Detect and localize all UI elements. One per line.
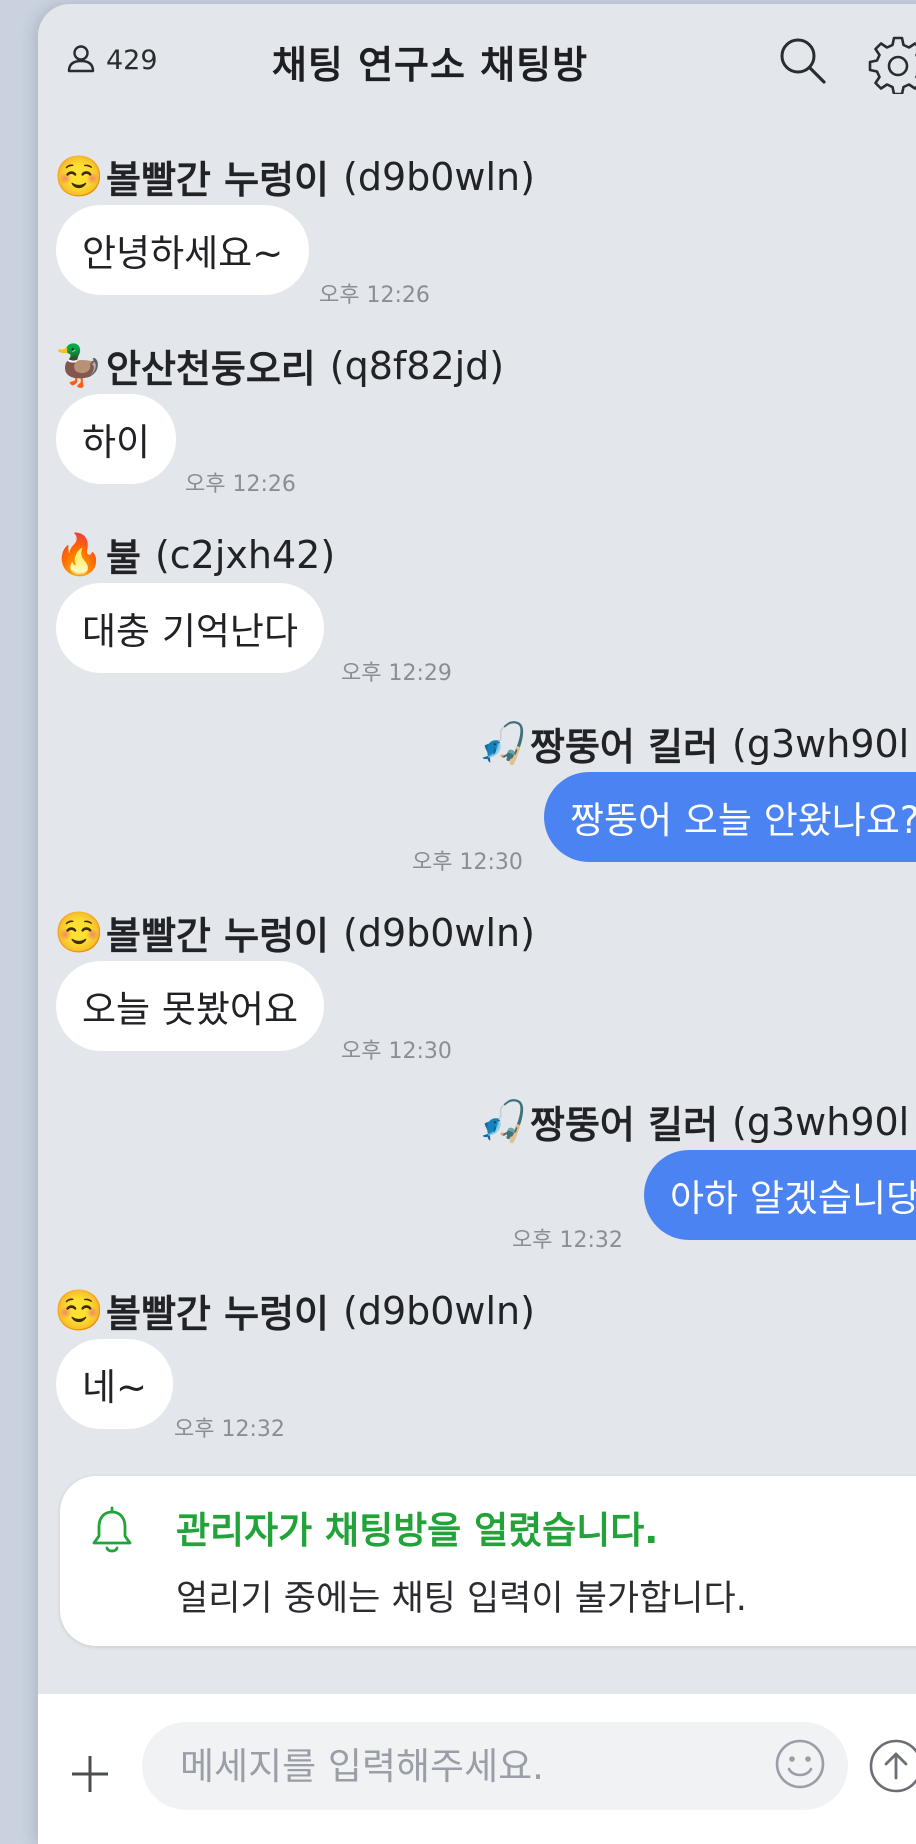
gear-icon[interactable] <box>868 34 916 98</box>
freeze-notice: 관리자가 채팅방을 얼렸습니다. 얼리기 중에는 채팅 입력이 불가합니다. <box>60 1476 916 1646</box>
message-sender[interactable]: ☺️ 볼빨간 누렁이 (d9b0wln) <box>54 149 535 204</box>
smiley-icon[interactable] <box>774 1738 826 1794</box>
message-sender[interactable]: 🎣 짱뚱어 킬러 (g3wh90l <box>478 716 909 771</box>
sender-name: 볼빨간 누렁이 <box>106 914 329 958</box>
fire-icon: 🔥 <box>54 531 104 578</box>
sender-name: 짱뚱어 킬러 <box>530 1103 719 1147</box>
message-input-container[interactable] <box>142 1722 848 1810</box>
blushing-face-icon: ☺️ <box>54 909 104 956</box>
duck-icon: 🦆 <box>54 342 104 389</box>
search-icon[interactable] <box>776 34 828 90</box>
sender-id: (g3wh90l <box>732 721 910 766</box>
sender-id: (g3wh90l <box>732 1099 910 1144</box>
message-bubble[interactable]: 대충 기억난다 <box>56 583 325 673</box>
message-time: 오후 12:29 <box>341 661 452 686</box>
chat-header: 429 채팅 연구소 채팅방 <box>38 4 916 109</box>
send-arrow-icon[interactable] <box>868 1738 916 1798</box>
sender-name: 볼빨간 누렁이 <box>106 1292 329 1336</box>
message-time: 오후 12:30 <box>341 1039 452 1064</box>
bell-icon <box>82 1502 142 1566</box>
message-bubble[interactable]: 안녕하세요~ <box>56 205 310 295</box>
message-bubble[interactable]: 하이 <box>56 394 177 484</box>
message-sender[interactable]: 🔥 불 (c2jxh42) <box>54 527 335 582</box>
sender-id: (c2jxh42) <box>154 532 336 577</box>
message-time: 오후 12:32 <box>174 1417 285 1442</box>
sender-name: 짱뚱어 킬러 <box>530 725 719 769</box>
message-sender[interactable]: ☺️ 볼빨간 누렁이 (d9b0wln) <box>54 1283 535 1338</box>
message-time: 오후 12:32 <box>512 1228 623 1253</box>
sender-name: 볼빨간 누렁이 <box>106 158 329 202</box>
message-input[interactable] <box>178 1743 742 1789</box>
message-item: 🔥 불 (c2jxh42) 대충 기억난다오후 12:29 <box>38 527 916 707</box>
message-sender[interactable]: ☺️ 볼빨간 누렁이 (d9b0wln) <box>54 905 535 960</box>
fishing-pole-icon: 🎣 <box>478 720 528 767</box>
my-message-bubble[interactable]: 짱뚱어 오늘 안왔나요? <box>544 772 916 862</box>
sender-name: 안산천둥오리 <box>106 347 316 391</box>
fishing-pole-icon: 🎣 <box>478 1098 528 1145</box>
message-item: ☺️ 볼빨간 누렁이 (d9b0wln) 네~ 오후 12:32 <box>38 1283 916 1463</box>
message-sender[interactable]: 🎣 짱뚱어 킬러 (g3wh90l <box>478 1094 909 1149</box>
sender-id: (q8f82jd) <box>329 343 505 388</box>
sender-name: 불 <box>106 536 141 580</box>
message-bubble[interactable]: 네~ <box>56 1339 174 1429</box>
message-time: 오후 12:30 <box>412 850 523 875</box>
chat-panel: 429 채팅 연구소 채팅방 ☺️ 볼빨간 누렁이 (d9b0wln) 안녕하세요~ 오… <box>38 4 916 1844</box>
plus-icon[interactable] <box>70 1754 110 1798</box>
message-time: 오후 12:26 <box>185 472 296 497</box>
message-composer <box>38 1694 916 1844</box>
message-item: 🎣 짱뚱어 킬러 (g3wh90l 아하 알겠습니당오후 12:32 <box>38 1094 916 1274</box>
sender-id: (d9b0wln) <box>343 154 535 199</box>
page-title-text: 채팅 연구소 채팅방 <box>271 43 589 87</box>
message-bubble[interactable]: 오늘 못봤어요 <box>56 961 325 1051</box>
message-time: 오후 12:26 <box>319 283 430 308</box>
message-item: 🦆 안산천둥오리 (q8f82jd) 하이오후 12:26 <box>38 338 916 518</box>
blushing-face-icon: ☺️ <box>54 1287 104 1334</box>
sender-id: (d9b0wln) <box>343 1288 535 1333</box>
blushing-face-icon: ☺️ <box>54 153 104 200</box>
message-sender[interactable]: 🦆 안산천둥오리 (q8f82jd) <box>54 338 504 393</box>
my-message-bubble[interactable]: 아하 알겠습니당 <box>644 1150 916 1240</box>
message-item: 🎣 짱뚱어 킬러 (g3wh90l 짱뚱어 오늘 안왔나요? 오후 12:30 <box>38 716 916 896</box>
message-item: ☺️ 볼빨간 누렁이 (d9b0wln) 오늘 못봤어요오후 12:30 <box>38 905 916 1085</box>
message-item: ☺️ 볼빨간 누렁이 (d9b0wln) 안녕하세요~ 오후 12:26 <box>38 149 916 329</box>
sender-id: (d9b0wln) <box>343 910 535 955</box>
notice-title: 관리자가 채팅방을 얼렸습니다. <box>176 1509 659 1552</box>
notice-subtitle: 얼리기 중에는 채팅 입력이 불가합니다. <box>176 1579 747 1619</box>
